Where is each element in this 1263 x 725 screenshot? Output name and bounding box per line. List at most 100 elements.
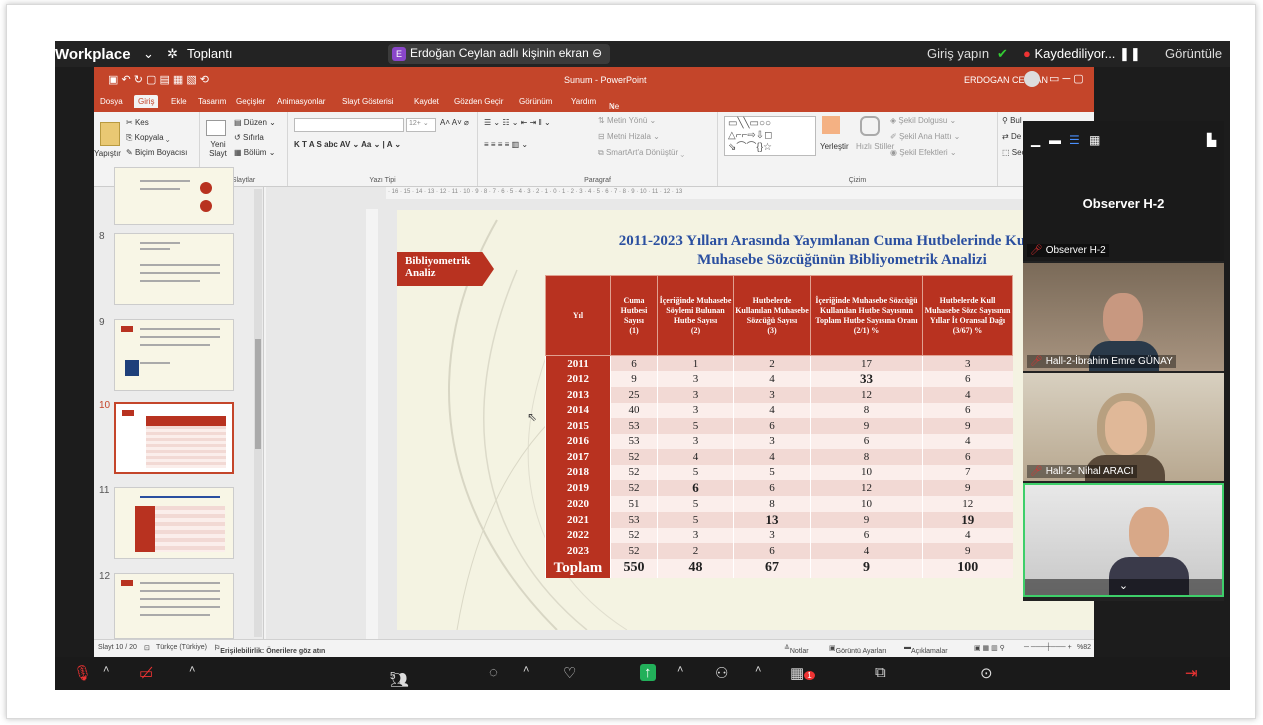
new-slide-button[interactable]: Yeni Slayt (206, 140, 230, 158)
tab-ekle[interactable]: Ekle (171, 97, 187, 106)
zoom-level[interactable]: %82 (1077, 644, 1091, 651)
replace-button[interactable]: ⇄ De (1002, 132, 1021, 141)
reactions-icon[interactable]: ♡ (563, 664, 576, 682)
find-button[interactable]: ⚲ Bul (1002, 116, 1022, 125)
table-cell: 6 (733, 480, 811, 496)
paste-button[interactable]: Yapıştır (94, 149, 121, 158)
tab-kaydet[interactable]: Kaydet (414, 97, 439, 106)
shapes-gallery[interactable]: ▭╲╲▭○○ △⌐⌐⇨⇩◻ ⇘⌒⌒{}☆ (724, 116, 816, 156)
more-options-icon[interactable]: ⊙ (980, 664, 993, 682)
participant-tile[interactable]: 🎤︎ Hall-2-İbrahim Emre GÜNAY (1023, 263, 1224, 371)
quick-access-icons[interactable]: ▣ ↶ ↻ ▢ ▤ ▦ ▧ ⟲ (108, 73, 209, 86)
tab-giris[interactable]: Giriş (134, 95, 159, 108)
recording-status[interactable]: ● Kaydediliyor... ❚❚ (1023, 46, 1141, 62)
arrange-button[interactable]: Yerleştir (820, 142, 849, 151)
notes-button[interactable]: ≙ Notlar (784, 644, 809, 655)
table-cell: 2016 (545, 433, 611, 449)
chevron-up-icon[interactable]: ˄ (523, 664, 529, 676)
shape-fill-button[interactable]: ◈ Şekil Dolgusu ⌄ (890, 116, 956, 125)
leave-meeting-icon[interactable]: ⇥ (1185, 664, 1198, 682)
copy-button[interactable]: ⎘ Kopyala ⌄ (126, 133, 170, 143)
mic-muted-icon[interactable]: 🎙︎ (73, 664, 92, 682)
paste-icon[interactable] (100, 122, 120, 146)
tab-gozden-gecir[interactable]: Gözden Geçir (454, 97, 503, 106)
layout-button[interactable]: ▤ Düzen ⌄ (234, 118, 276, 127)
quick-styles-button[interactable]: Hızlı Stiller (856, 142, 894, 151)
slide-thumbnail-7[interactable] (114, 167, 234, 225)
shape-outline-button[interactable]: ✐ Şekil Ana Hattı ⌄ (890, 132, 960, 141)
avatar[interactable] (1024, 71, 1040, 87)
table-row: 2022 52 3 3 6 4 (545, 527, 1013, 543)
scroll-thumb[interactable] (255, 339, 261, 449)
chevron-down-icon[interactable]: ⌄ (1025, 579, 1222, 595)
whiteboard-icon[interactable]: ⧉ (875, 664, 886, 681)
reset-button[interactable]: ↺ Sıfırla (234, 133, 264, 142)
accessibility-status[interactable]: ⚐ Erişilebilirlik: Önerilere göz atın (214, 644, 325, 655)
chevron-up-icon[interactable]: ˄ (103, 664, 109, 676)
slide[interactable]: 2011-2023 Yılları Arasında Yayımlanan Cu… (397, 210, 1094, 630)
language-status[interactable]: Türkçe (Türkiye) (156, 644, 207, 651)
grid-view-icon[interactable]: ▦ (1089, 133, 1100, 147)
section-button[interactable]: ▦ Bölüm ⌄ (234, 148, 275, 157)
strip-view-icon[interactable]: ☰ (1069, 133, 1080, 147)
text-direction-button[interactable]: ⇅ Metin Yönü ⌄ (598, 116, 656, 125)
spelling-icon[interactable]: ⊡ (144, 644, 150, 652)
tab-slayt-gosterisi[interactable]: Slayt Gösterisi (342, 97, 394, 106)
slide-thumbnail-11[interactable] (114, 487, 234, 559)
align-buttons[interactable]: ≡ ≡ ≡ ≡ ▥ ⌄ (484, 140, 528, 149)
tab-animasyonlar[interactable]: Animasyonlar (277, 97, 325, 106)
tab-yardim[interactable]: Yardım (571, 97, 596, 106)
font-size-select[interactable]: 12+ ⌄ (406, 118, 436, 132)
slide-thumbnail-10[interactable] (114, 402, 234, 474)
tab-tasarim[interactable]: Tasarım (198, 97, 226, 106)
quick-styles-icon[interactable] (860, 116, 880, 136)
apps-icon[interactable]: ⚇ (715, 664, 728, 682)
font-grow-icons[interactable]: A˄ A˅ ⌀ (440, 118, 469, 127)
participant-tile-active[interactable]: ⌄ (1023, 483, 1224, 597)
column-header: Hutbelerde Kull Muhasebe Sözc Sayısının … (922, 275, 1013, 356)
font-family-select[interactable] (294, 118, 404, 132)
column-header: İçeriğinde Muhasebe Sözcüğü Kullanılan H… (810, 275, 923, 356)
chat-icon[interactable]: ◌ (489, 664, 498, 681)
meeting-title[interactable]: Toplantı (187, 46, 233, 61)
view-mode-buttons[interactable]: ▣ ▦ ▥ ⚲ (974, 644, 1005, 652)
slide-thumbnail-12[interactable] (114, 573, 234, 639)
list-buttons[interactable]: ☰ ⌄ ☷ ⌄ ⇤ ⇥ ‖ ⌄ (484, 118, 551, 127)
font-format-buttons[interactable]: K T A S abc AV ⌄ Aa ⌄ | A ⌄ (294, 140, 401, 149)
smartart-button[interactable]: ⧉ SmartArt'a Dönüştür ⌄ (598, 148, 684, 158)
share-screen-button[interactable]: ↑ (640, 664, 656, 681)
minimize-icon[interactable]: ▁ (1031, 133, 1040, 147)
chevron-down-icon[interactable]: ⌄ (143, 46, 154, 62)
slide-thumbnail-9[interactable] (114, 319, 234, 391)
thumbnail-scrollbar[interactable] (254, 189, 262, 637)
table-cell: 2022 (545, 527, 611, 543)
slide-thumbnail-8[interactable] (114, 233, 234, 305)
more-apps-icon[interactable]: ▦ 1 (790, 664, 815, 682)
camera-off-icon[interactable]: ▭̸ (139, 664, 153, 682)
ribbon: Yapıştır ✂ Kes ⎘ Kopyala ⌄ ✎ Biçim Boyac… (94, 112, 1094, 187)
view-button[interactable]: Görüntüle (1165, 46, 1222, 61)
table-cell: 2020 (545, 496, 611, 512)
format-painter-button[interactable]: ✎ Biçim Boyacısı (126, 148, 187, 157)
comments-button[interactable]: ▬ Açıklamalar (904, 644, 948, 655)
table-cell: 9 (610, 371, 658, 387)
chevron-up-icon[interactable]: ˄ (189, 664, 195, 676)
chevron-up-icon[interactable]: ˄ (755, 664, 761, 676)
display-settings-button[interactable]: ▣ Görüntü Ayarları (829, 644, 886, 655)
cut-button[interactable]: ✂ Kes (126, 118, 149, 127)
share-banner[interactable]: E Erdoğan Ceylan adlı kişinin ekran ⊖ (388, 44, 611, 64)
signin-link[interactable]: Giriş yapın (927, 46, 989, 61)
tab-gecisler[interactable]: Geçişler (236, 97, 265, 106)
minimize-icon[interactable]: ▬ (1049, 133, 1061, 147)
window-controls[interactable]: ▭ ─ ▢ (1049, 72, 1084, 85)
shape-effects-button[interactable]: ◉ Şekil Efektleri ⌄ (890, 148, 957, 157)
tab-gorunum[interactable]: Görünüm (519, 97, 552, 106)
new-slide-icon[interactable] (206, 120, 226, 136)
arrange-icon[interactable] (822, 116, 840, 134)
align-text-button[interactable]: ⊟ Metni Hizala ⌄ (598, 132, 660, 141)
tab-dosya[interactable]: Dosya (100, 97, 123, 106)
participant-tile[interactable]: 🎤︎ Hall-2- Nihal ARACI (1023, 373, 1224, 481)
pin-icon[interactable]: ▙ (1207, 133, 1216, 147)
zoom-slider[interactable]: ─ ───┼─── + (1024, 644, 1072, 651)
chevron-up-icon[interactable]: ˄ (677, 664, 683, 676)
